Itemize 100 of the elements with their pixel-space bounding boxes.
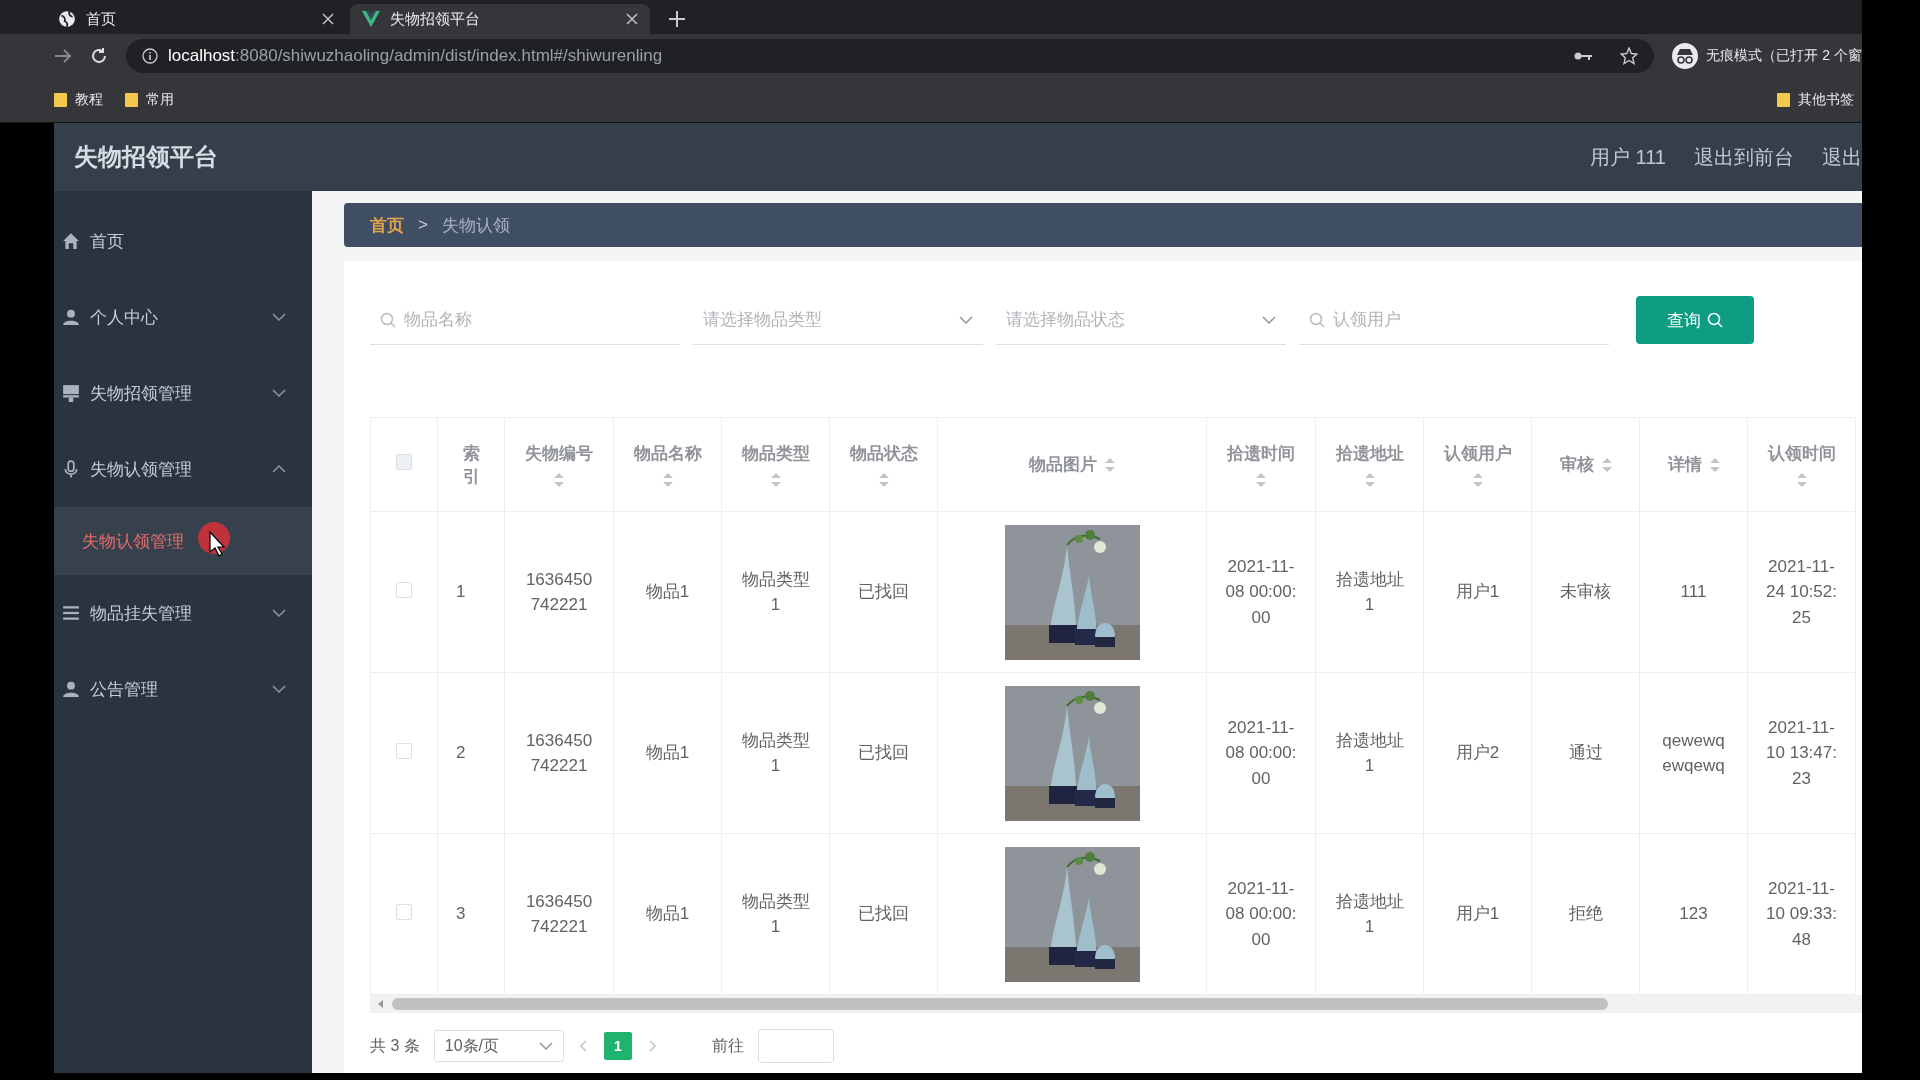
info-icon <box>142 48 158 64</box>
search-icon <box>1309 311 1325 328</box>
table-cell: 物品类型1 <box>741 569 810 614</box>
table-cell: 3 <box>456 904 466 924</box>
chevron-up-icon <box>272 464 286 474</box>
menu-item[interactable]: 公告管理 <box>54 651 312 727</box>
chevron-down-icon <box>272 312 286 322</box>
list-icon <box>62 604 80 622</box>
bookmark[interactable]: 教程 <box>54 91 103 109</box>
sort-icon[interactable] <box>1709 457 1720 472</box>
table-cell: 1636450742221 <box>525 891 593 936</box>
close-icon[interactable] <box>322 13 334 25</box>
sort-icon[interactable] <box>1472 473 1483 487</box>
sort-icon[interactable] <box>554 473 564 487</box>
select-all-checkbox[interactable] <box>396 454 412 470</box>
table-cell: 未审核 <box>1560 582 1611 602</box>
table-cell: 1 <box>456 582 466 602</box>
row-checkbox[interactable] <box>396 742 412 759</box>
profile-label[interactable]: 无痕模式（已打开 2 个窗 <box>1706 47 1862 65</box>
table-cell: 已找回 <box>858 582 909 602</box>
sort-icon[interactable] <box>662 473 673 487</box>
table-cell: 已找回 <box>858 743 909 763</box>
browser-tab[interactable]: 失物招领平台 <box>350 4 650 34</box>
table-cell: 2021-11-10 13:47:23 <box>1766 717 1837 788</box>
address-bar[interactable]: localhost:8080/shiwuzhaoling/admin/dist/index.html#/shiwurenling <box>126 39 1655 73</box>
sort-icon[interactable] <box>1256 473 1266 487</box>
forward-icon[interactable] <box>54 48 72 64</box>
menu-item[interactable]: 失物招领管理 <box>54 355 312 431</box>
column-header: 物品图片 <box>1029 454 1097 476</box>
column-header: 拾遗地址 <box>1335 443 1404 465</box>
table-cell: qewewqewqewq <box>1662 730 1725 775</box>
reload-icon[interactable] <box>90 47 108 65</box>
breadcrumb-separator: > <box>418 215 428 235</box>
menu-item[interactable]: 首页 <box>54 203 312 279</box>
sort-icon[interactable] <box>1364 473 1375 487</box>
chevron-down-icon <box>1262 314 1276 325</box>
goto-label: 前往 <box>711 1035 744 1056</box>
new-tab-icon[interactable] <box>668 10 686 28</box>
table-cell: 物品类型1 <box>741 891 810 936</box>
table-cell: 111 <box>1680 582 1707 602</box>
user-icon <box>62 308 80 326</box>
chevron-down-icon <box>959 314 973 325</box>
globe-icon <box>58 10 76 28</box>
menu-item[interactable]: 失物认领管理 <box>54 431 312 507</box>
row-checkbox[interactable] <box>396 903 412 920</box>
bookmark[interactable]: 常用 <box>125 91 174 109</box>
star-icon[interactable] <box>1620 47 1639 65</box>
incognito-icon[interactable] <box>1672 43 1699 69</box>
goto-page-field[interactable] <box>757 1029 834 1063</box>
table-cell: 用户1 <box>1455 904 1500 924</box>
sort-icon[interactable] <box>1105 457 1115 472</box>
table-cell: 通过 <box>1568 743 1603 763</box>
row-checkbox[interactable] <box>396 581 412 598</box>
horizontal-scrollbar[interactable] <box>370 995 1862 1013</box>
table-cell: 拾遗地址1 <box>1335 569 1404 614</box>
column-header: 物品名称 <box>633 443 702 465</box>
browser-tab[interactable]: 首页 <box>46 4 346 34</box>
column-header: 详情 <box>1667 454 1702 476</box>
v-logo-icon <box>362 11 380 27</box>
user-icon <box>62 680 80 698</box>
table-cell: 2021-11-08 00:00:00 <box>1225 878 1297 949</box>
table-cell: 2021-11-24 10:52:25 <box>1766 556 1837 627</box>
column-header: 拾遗时间 <box>1227 443 1295 465</box>
table-cell: 物品1 <box>645 582 690 602</box>
table-cell: 2021-11-10 09:33:48 <box>1766 878 1837 949</box>
table-cell: 用户2 <box>1455 743 1500 763</box>
table-cell: 123 <box>1679 904 1708 924</box>
scroll-left-icon[interactable] <box>376 999 386 1009</box>
app-title: 失物招领平台 <box>74 142 219 172</box>
bookmark[interactable]: 其他书签 <box>1777 91 1854 109</box>
breadcrumb-item: 失物认领 <box>441 214 510 237</box>
url-text: localhost:8080/shiwuzhaoling/admin/dist/index.html#/shiwurenling <box>168 46 664 66</box>
table-cell: 拾遗地址1 <box>1335 891 1404 936</box>
sort-icon[interactable] <box>878 473 889 487</box>
page-size-select[interactable]: 10条/页 <box>433 1030 564 1062</box>
sort-icon[interactable] <box>1796 473 1807 487</box>
column-header: 认领时间 <box>1767 443 1836 465</box>
column-header: 物品类型 <box>741 443 810 465</box>
column-header: 索引 <box>461 442 481 488</box>
header-link[interactable]: 退出 <box>1822 143 1862 171</box>
table-cell: 1636450742221 <box>525 730 593 775</box>
breadcrumb-item[interactable]: 首页 <box>370 213 404 237</box>
previous-page-icon[interactable] <box>577 1040 590 1052</box>
microphone-icon <box>62 460 80 478</box>
sort-icon[interactable] <box>1601 457 1612 472</box>
menu-item[interactable]: 物品挂失管理 <box>54 575 312 651</box>
table-cell: 拾遗地址1 <box>1335 730 1404 775</box>
header-link[interactable]: 用户 111 <box>1590 143 1666 171</box>
search-icon <box>380 311 396 328</box>
key-icon[interactable] <box>1574 51 1593 61</box>
header-link[interactable]: 退出到前台 <box>1694 143 1794 171</box>
table-cell: 用户1 <box>1455 582 1500 602</box>
menu-item[interactable]: 个人中心 <box>54 279 312 355</box>
chevron-down-icon <box>272 608 286 618</box>
sort-icon[interactable] <box>770 473 781 487</box>
table-cell: 物品类型1 <box>741 730 810 775</box>
table-cell: 2021-11-08 00:00:00 <box>1225 556 1297 627</box>
table-cell: 已找回 <box>858 904 909 924</box>
table-cell: 拒绝 <box>1568 904 1603 924</box>
close-icon[interactable] <box>626 13 638 25</box>
